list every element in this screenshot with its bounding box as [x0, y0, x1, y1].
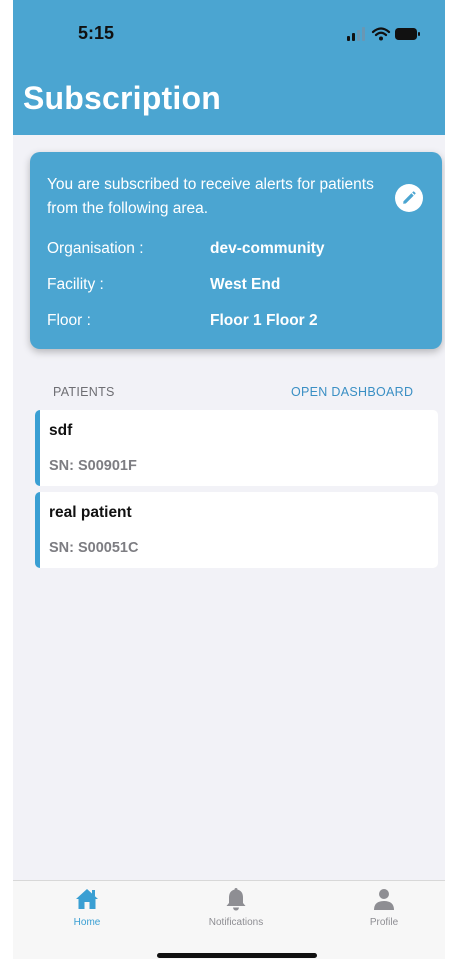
organisation-value: dev-community: [210, 240, 325, 257]
open-dashboard-link[interactable]: OPEN DASHBOARD: [291, 385, 413, 399]
tab-home[interactable]: Home: [27, 885, 147, 928]
subscription-card: You are subscribed to receive alerts for…: [30, 152, 442, 349]
patient-serial-number: SN: S00901F: [49, 458, 137, 474]
tab-notifications-label: Notifications: [208, 917, 264, 928]
tab-profile-label: Profile: [369, 917, 399, 928]
edit-subscription-button[interactable]: [395, 184, 423, 212]
patient-card-accent: [35, 492, 40, 568]
page-title: Subscription: [23, 80, 221, 116]
status-time: 5:15: [78, 23, 115, 43]
home-indicator: [157, 953, 317, 958]
person-icon: [374, 889, 394, 910]
tab-bar: Home Notifications Profile: [13, 880, 445, 959]
facility-label: Facility :: [47, 276, 104, 293]
header: 5:15 Subscription: [13, 0, 445, 135]
patient-card-accent: [35, 410, 40, 486]
tab-notifications[interactable]: Notifications: [176, 885, 296, 928]
patient-serial-number: SN: S00051C: [49, 540, 139, 556]
pencil-icon: [403, 191, 416, 204]
bell-icon: [226, 888, 246, 911]
subscription-intro: You are subscribed to receive alerts for…: [47, 176, 374, 217]
status-icons: [343, 25, 423, 43]
app-screen: 5:15 Subscription You are subscribed to …: [13, 0, 445, 959]
organisation-label: Organisation :: [47, 240, 144, 257]
patient-card[interactable]: real patient SN: S00051C: [35, 492, 438, 568]
floor-label: Floor :: [47, 312, 91, 329]
tab-profile[interactable]: Profile: [324, 885, 444, 928]
floor-value: Floor 1 Floor 2: [210, 312, 318, 329]
patient-name: real patient: [49, 504, 132, 521]
patient-card[interactable]: sdf SN: S00901F: [35, 410, 438, 486]
signal-wifi-battery-icon: [347, 27, 420, 41]
facility-value: West End: [210, 276, 281, 293]
home-icon: [76, 889, 98, 909]
tab-home-label: Home: [73, 917, 101, 928]
patient-name: sdf: [49, 422, 73, 439]
patients-section-label: PATIENTS: [53, 385, 115, 399]
